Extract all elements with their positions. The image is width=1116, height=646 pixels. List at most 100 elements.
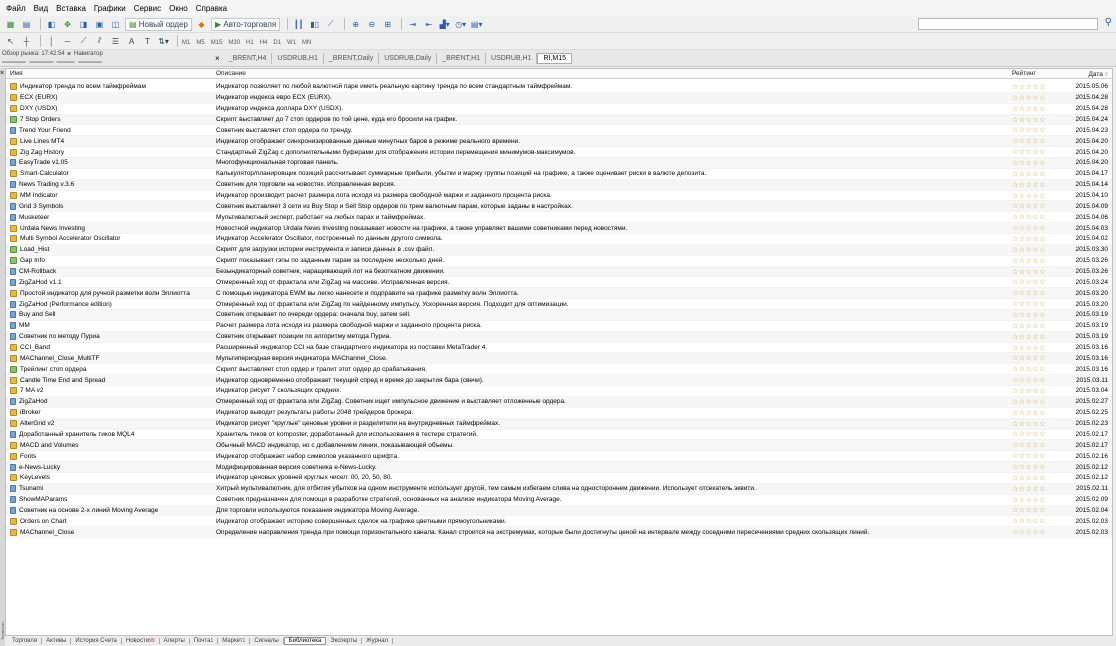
rating-stars[interactable]: ☆☆☆☆☆ bbox=[1008, 170, 1067, 178]
table-row[interactable]: ZigZaHod (Performance edition) Отмеренный… bbox=[6, 299, 1112, 311]
table-row[interactable]: Urdala News Investing Новостной индикатор… bbox=[6, 223, 1112, 235]
rating-stars[interactable]: ☆☆☆☆☆ bbox=[1008, 148, 1067, 156]
table-row[interactable]: Трейлинг стоп ордера Скрипт выставляет ст… bbox=[6, 364, 1112, 376]
rating-stars[interactable]: ☆☆☆☆☆ bbox=[1008, 202, 1067, 210]
rating-stars[interactable]: ☆☆☆☆☆ bbox=[1008, 430, 1067, 438]
table-row[interactable]: Load_Hist Скрипт для загрузки истории инс… bbox=[6, 244, 1112, 256]
terminal-tab[interactable]: Новости99 bbox=[122, 638, 160, 644]
table-row[interactable]: MM Indicator Индикатор производит расчет … bbox=[6, 191, 1112, 202]
table-row[interactable]: ZigZaHod v1.1 Отмеренный ход от фрактала … bbox=[6, 277, 1112, 289]
terminal-tab[interactable]: Журнал bbox=[362, 638, 394, 644]
rating-stars[interactable]: ☆☆☆☆☆ bbox=[1008, 126, 1067, 134]
profiles-icon[interactable]: ▤ bbox=[20, 18, 33, 31]
timeframe-button[interactable]: H1 bbox=[246, 40, 254, 46]
zoom-in-icon[interactable]: ⊕ bbox=[349, 18, 362, 31]
rating-stars[interactable]: ☆☆☆☆☆ bbox=[1008, 289, 1067, 297]
line-chart-icon[interactable]: ⟋ bbox=[324, 18, 337, 31]
new-chart-icon[interactable]: ▦ bbox=[4, 18, 17, 31]
table-row[interactable]: Grid 3 Symbols Советник выставляет 3 сети… bbox=[6, 201, 1112, 213]
zoom-out-icon[interactable]: ⊖ bbox=[365, 18, 378, 31]
trendline-icon[interactable]: ⟋ bbox=[77, 35, 90, 48]
rating-stars[interactable]: ☆☆☆☆☆ bbox=[1008, 192, 1067, 200]
rating-stars[interactable]: ☆☆☆☆☆ bbox=[1008, 528, 1067, 536]
table-row[interactable]: Fonts Индикатор отображает набор символов… bbox=[6, 451, 1112, 463]
vertical-line-icon[interactable]: │ bbox=[45, 35, 58, 48]
table-row[interactable]: e-News-Lucky Модифицированная версия сове… bbox=[6, 462, 1112, 473]
fibo-icon[interactable]: ☰ bbox=[109, 35, 122, 48]
table-row[interactable]: MAChannel_Close Определение направления т… bbox=[6, 527, 1112, 539]
rating-stars[interactable]: ☆☆☆☆☆ bbox=[1008, 246, 1067, 254]
table-row[interactable]: Gap Info Скрипт показывает гэпы по заданн… bbox=[6, 256, 1112, 267]
cursor-icon[interactable]: ↖ bbox=[4, 35, 17, 48]
rating-stars[interactable]: ☆☆☆☆☆ bbox=[1008, 257, 1067, 265]
table-row[interactable]: iBroker Индикатор выводит результаты рабо… bbox=[6, 408, 1112, 419]
templates-icon[interactable]: ▤▾ bbox=[470, 18, 483, 31]
autoscroll-icon[interactable]: ⇤ bbox=[422, 18, 435, 31]
close-icon[interactable]: × bbox=[215, 54, 220, 63]
rating-stars[interactable]: ☆☆☆☆☆ bbox=[1008, 517, 1067, 525]
table-row[interactable]: KeyLevels Индикатор ценовых уровней кругл… bbox=[6, 473, 1112, 484]
arrows-icon[interactable]: ⇅▾ bbox=[157, 35, 170, 48]
menu-item[interactable]: Справка bbox=[196, 4, 227, 13]
terminal-tab[interactable]: Маркет1 bbox=[218, 638, 251, 644]
market-watch-icon[interactable]: ◧ bbox=[45, 18, 58, 31]
text-label-icon[interactable]: T bbox=[141, 35, 154, 48]
rating-stars[interactable]: ☆☆☆☆☆ bbox=[1008, 463, 1067, 471]
tester-icon[interactable]: ◫ bbox=[109, 18, 122, 31]
rating-stars[interactable]: ☆☆☆☆☆ bbox=[1008, 268, 1067, 276]
table-row[interactable]: Trend Your Friend Советник выставляет сто… bbox=[6, 125, 1112, 137]
rating-stars[interactable]: ☆☆☆☆☆ bbox=[1008, 116, 1067, 124]
table-row[interactable]: Live Lines MT4 Индикатор отображает синхр… bbox=[6, 136, 1112, 148]
table-row[interactable]: Musketeer Мультивалютный эксперт, работае… bbox=[6, 212, 1112, 224]
table-row[interactable]: Buy and Sell Советник открывает по очеред… bbox=[6, 310, 1112, 321]
autotrading-button[interactable]: ▶ Авто-торговля bbox=[210, 17, 281, 31]
tile-windows-icon[interactable]: ⊞ bbox=[381, 18, 394, 31]
column-description[interactable]: Описание bbox=[212, 70, 1008, 77]
rating-stars[interactable]: ☆☆☆☆☆ bbox=[1008, 137, 1067, 145]
table-row[interactable]: MACD and Volumes Обычный MACD индикатор, … bbox=[6, 440, 1112, 452]
terminal-tab[interactable]: Активы bbox=[42, 638, 72, 644]
table-row[interactable]: Smart-Calculator Калькулятор/планировщик … bbox=[6, 169, 1112, 180]
column-date[interactable]: Дата ▿ bbox=[1067, 70, 1112, 78]
chart-tab[interactable]: _BRENT,H1 bbox=[437, 53, 487, 64]
timeframe-button[interactable]: H4 bbox=[260, 40, 268, 46]
table-row[interactable]: Советник на основе 2-х линий Moving Aver… bbox=[6, 505, 1112, 517]
rating-stars[interactable]: ☆☆☆☆☆ bbox=[1008, 333, 1067, 341]
text-icon[interactable]: A bbox=[125, 35, 138, 48]
horizontal-line-icon[interactable]: ─ bbox=[61, 35, 74, 48]
terminal-tab[interactable]: История Счета bbox=[71, 638, 122, 644]
rating-stars[interactable]: ☆☆☆☆☆ bbox=[1008, 354, 1067, 362]
periods-icon[interactable]: ◷▾ bbox=[454, 18, 467, 31]
bar-chart-icon[interactable]: ┃┃ bbox=[292, 18, 305, 31]
chart-tab[interactable]: USDRUB,Daily bbox=[379, 53, 438, 64]
chart-tab[interactable]: _BRENT,H4 bbox=[224, 53, 273, 64]
data-window-icon[interactable]: ✥ bbox=[61, 18, 74, 31]
rating-stars[interactable]: ☆☆☆☆☆ bbox=[1008, 300, 1067, 308]
table-row[interactable]: ECX (EURX) Индикатор индекса евро ECX (EU… bbox=[6, 92, 1112, 104]
table-row[interactable]: Советник по методу Пуриа Советник открыва… bbox=[6, 331, 1112, 343]
crosshair-icon[interactable]: ┼ bbox=[20, 35, 33, 48]
rating-stars[interactable]: ☆☆☆☆☆ bbox=[1008, 398, 1067, 406]
table-row[interactable]: Zig Zag History Стандартный ZigZag с допо… bbox=[6, 147, 1112, 159]
rating-stars[interactable]: ☆☆☆☆☆ bbox=[1008, 159, 1067, 167]
timeframe-button[interactable]: W1 bbox=[287, 40, 296, 46]
terminal-tab[interactable]: Эксперты bbox=[326, 638, 363, 644]
timeframe-button[interactable]: M30 bbox=[228, 40, 240, 46]
timeframe-button[interactable]: MN bbox=[302, 40, 311, 46]
rating-stars[interactable]: ☆☆☆☆☆ bbox=[1008, 213, 1067, 221]
rating-stars[interactable]: ☆☆☆☆☆ bbox=[1008, 278, 1067, 286]
table-row[interactable]: Orders on Chart Индикатор отображает исто… bbox=[6, 516, 1112, 528]
menu-item[interactable]: Вид bbox=[34, 4, 48, 13]
close-icon[interactable]: × bbox=[67, 51, 71, 58]
candlestick-icon[interactable]: ▮▯ bbox=[308, 18, 321, 31]
table-row[interactable]: Индикатор тренда по всем таймфреймам Инди… bbox=[6, 82, 1112, 93]
rating-stars[interactable]: ☆☆☆☆☆ bbox=[1008, 485, 1067, 493]
table-row[interactable]: 7 MA v2 Индикатор рисует 7 скользящих сре… bbox=[6, 386, 1112, 397]
terminal-tab[interactable]: Почта1 bbox=[190, 638, 219, 644]
menu-item[interactable]: Вставка bbox=[56, 4, 86, 13]
search-input[interactable] bbox=[918, 18, 1098, 30]
menu-item[interactable]: Сервис bbox=[134, 4, 161, 13]
rating-stars[interactable]: ☆☆☆☆☆ bbox=[1008, 376, 1067, 384]
rating-stars[interactable]: ☆☆☆☆☆ bbox=[1008, 235, 1067, 243]
rating-stars[interactable]: ☆☆☆☆☆ bbox=[1008, 344, 1067, 352]
